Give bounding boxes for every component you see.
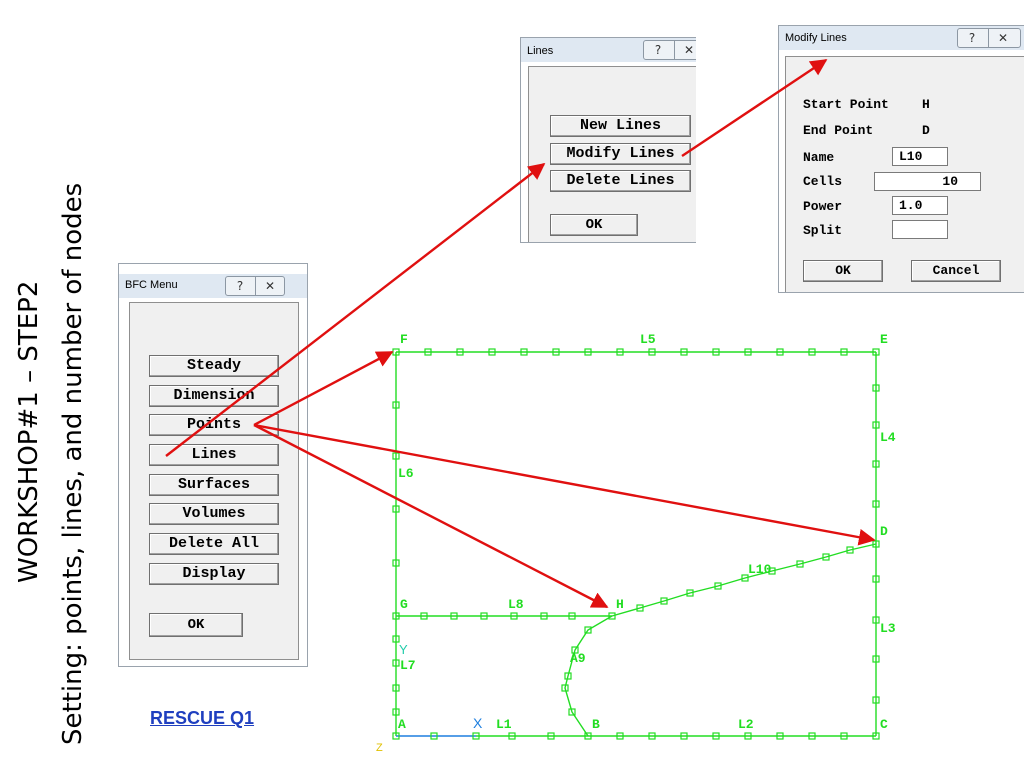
point-label-d: D <box>880 524 888 539</box>
line-l10[interactable] <box>611 543 877 617</box>
point-label-c: C <box>880 717 888 732</box>
rescue-link[interactable]: RESCUE Q1 <box>150 708 254 729</box>
y-axis-label: Y <box>399 642 408 657</box>
line-label-l1: L1 <box>496 717 512 732</box>
point-label-e: E <box>880 332 888 347</box>
line-label-l3: L3 <box>880 621 896 636</box>
line-label-l7: L7 <box>400 658 416 673</box>
line-label-l4: L4 <box>880 430 896 445</box>
point-label-h: H <box>616 597 624 612</box>
geometry-canvas: F E L5 L4 L6 D L10 G L8 H L3 A9 L7 A L1 … <box>165 59 896 754</box>
z-axis-label: Z <box>376 742 383 754</box>
line-label-l6: L6 <box>398 466 414 481</box>
annotation-arrows <box>165 59 876 609</box>
line-a9[interactable] <box>564 615 613 737</box>
point-label-g: G <box>400 597 408 612</box>
line-label-l2: L2 <box>738 717 754 732</box>
arrow-points-to-d <box>253 423 876 546</box>
line-label-a9: A9 <box>570 651 586 666</box>
node-markers <box>392 348 880 740</box>
line-label-l10: L10 <box>748 562 772 577</box>
point-label-f: F <box>400 332 408 347</box>
line-label-l5: L5 <box>640 332 656 347</box>
arrow-points-to-f <box>253 350 394 427</box>
x-axis-label: X <box>473 715 483 731</box>
arrow-modify-to-dialog <box>681 59 828 157</box>
boundary-lines <box>395 351 877 737</box>
arrow-lines-to-modify <box>165 162 546 457</box>
arrow-points-to-h <box>253 423 609 609</box>
point-label-a: A <box>398 717 406 732</box>
point-label-b: B <box>592 717 600 732</box>
line-label-l8: L8 <box>508 597 524 612</box>
